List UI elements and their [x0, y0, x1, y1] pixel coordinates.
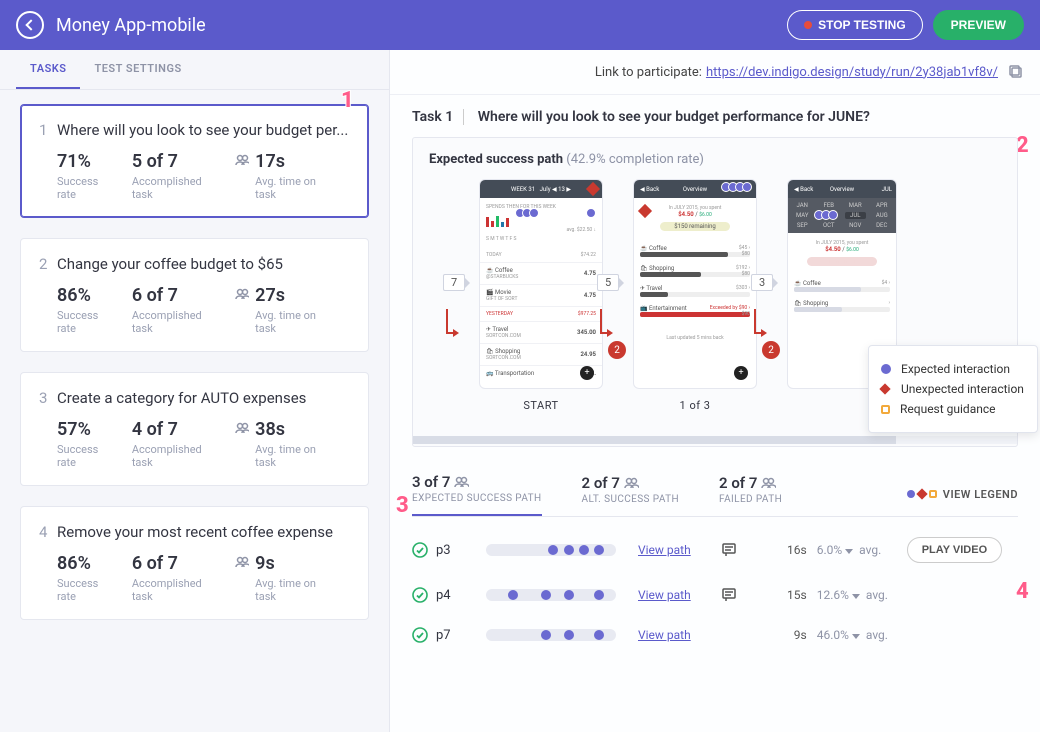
tab-tasks[interactable]: TASKS	[16, 50, 80, 89]
path-title: Expected success path	[429, 152, 563, 167]
participate-link[interactable]: https://dev.indigo.design/study/run/2y38…	[706, 65, 998, 80]
success-check-icon	[412, 587, 428, 603]
callout-1: 1	[341, 88, 371, 118]
path-completion-rate: (42.9% completion rate)	[566, 152, 704, 167]
legend-popover: Expected interaction Unexpected interact…	[868, 345, 1038, 433]
step-label: START	[523, 399, 558, 412]
success-check-icon	[412, 627, 428, 643]
people-icon	[235, 422, 249, 434]
tab-expected-path[interactable]: 3 of 7 EXPECTED SUCCESS PATH	[412, 473, 542, 516]
callout-3: 3	[396, 493, 426, 523]
step-count-chip: 5	[597, 274, 619, 291]
step-count-chip: 7	[443, 274, 465, 291]
participant-pct: 6.0% avg.	[817, 543, 907, 557]
callout-2: 2	[1016, 133, 1040, 163]
task-question: Where will you look to see your budget p…	[478, 109, 870, 125]
participant-row: p4 View path 15s 12.6% avg.	[412, 575, 1018, 615]
fab-add-icon: +	[734, 366, 748, 380]
task-card[interactable]: 4Remove your most recent coffee expense …	[20, 506, 369, 620]
view-path-link[interactable]: View path	[638, 543, 691, 557]
branch-count: 2	[762, 341, 780, 359]
task-card[interactable]: 2Change your coffee budget to $65 86%Suc…	[20, 238, 369, 352]
horizontal-scrollbar[interactable]	[413, 436, 1017, 444]
people-icon	[235, 154, 249, 166]
app-title: Money App-mobile	[56, 15, 787, 36]
participant-row: p7 View path 9s 46.0% avg.	[412, 615, 1018, 655]
interaction-track	[486, 629, 616, 641]
task-number: Task 1	[412, 109, 464, 125]
interaction-track	[486, 589, 616, 601]
task-title: Where will you look to see your budget p…	[57, 121, 348, 139]
tab-test-settings[interactable]: TEST SETTINGS	[80, 50, 195, 89]
participant-pct: 46.0% avg.	[817, 628, 907, 642]
step-label: 1 of 3	[680, 399, 711, 412]
success-check-icon	[412, 542, 428, 558]
participant-pct: 12.6% avg.	[817, 588, 907, 602]
accomplished-count: 5 of 7	[132, 151, 219, 172]
callout-4: 4	[1016, 579, 1040, 609]
back-button[interactable]	[16, 11, 44, 39]
participant-name: p4	[436, 588, 486, 603]
play-video-button[interactable]: PLAY VIDEO	[907, 537, 1002, 563]
people-icon	[454, 476, 469, 488]
participant-time: 15s	[767, 588, 807, 602]
path-step[interactable]: 5 2 ◀ BackOverview In JULY 2015, you spe…	[633, 179, 757, 412]
task-list: 1 1Where will you look to see your budge…	[0, 90, 389, 654]
record-dot-icon	[804, 21, 812, 29]
view-legend-button[interactable]: VIEW LEGEND	[907, 488, 1018, 501]
participant-name: p7	[436, 628, 486, 643]
success-rate: 71%	[57, 151, 116, 172]
comment-icon[interactable]	[721, 542, 737, 558]
avg-time: 17s	[255, 151, 334, 172]
copy-icon[interactable]	[1008, 64, 1024, 80]
participant-time: 16s	[767, 543, 807, 557]
expected-dot-icon	[881, 364, 891, 374]
people-icon	[235, 288, 249, 300]
link-label: Link to participate:	[595, 65, 702, 80]
people-icon	[761, 477, 776, 489]
task-card[interactable]: 3Create a category for AUTO expenses 57%…	[20, 372, 369, 486]
fab-add-icon: +	[580, 366, 594, 380]
task-card[interactable]: 1Where will you look to see your budget …	[20, 104, 369, 218]
unexpected-diamond-icon	[879, 383, 890, 394]
path-step[interactable]: 7 WEEK 31 July ◀ 13 ▶ SPENDS THEN FOR TH…	[479, 179, 603, 412]
view-path-link[interactable]: View path	[638, 628, 691, 642]
interaction-track	[486, 544, 616, 556]
participant-row: p3 View path 16s 6.0% avg. PLAY VIDEO	[412, 525, 1018, 575]
people-icon	[235, 556, 249, 568]
preview-button[interactable]: PREVIEW	[933, 10, 1024, 40]
stop-testing-button[interactable]: STOP TESTING	[787, 10, 923, 40]
comment-icon[interactable]	[721, 587, 737, 603]
people-icon	[624, 477, 639, 489]
branch-count: 2	[608, 341, 626, 359]
participant-time: 9s	[767, 628, 807, 642]
participant-name: p3	[436, 543, 486, 558]
guidance-square-icon	[881, 405, 890, 414]
tab-alt-path[interactable]: 2 of 7 ALT. SUCCESS PATH	[582, 474, 680, 515]
view-path-link[interactable]: View path	[638, 588, 691, 602]
tab-failed-path[interactable]: 2 of 7 FAILED PATH	[719, 474, 782, 515]
step-count-chip: 3	[751, 274, 773, 291]
